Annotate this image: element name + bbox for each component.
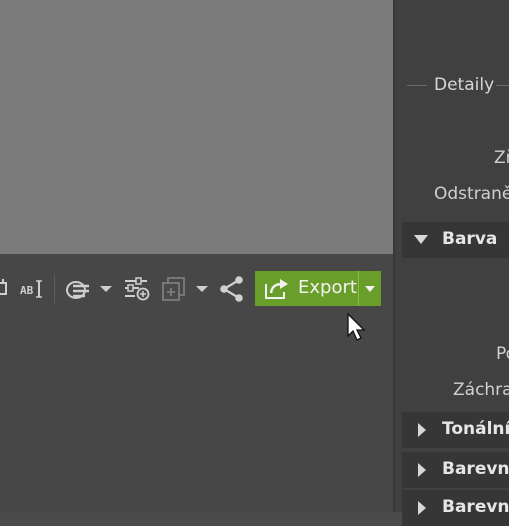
- property-label: Zř: [494, 148, 509, 168]
- section-header-tonalni[interactable]: Tonální: [402, 412, 509, 448]
- triangle-right-icon: [418, 501, 426, 515]
- rename-icon[interactable]: AB: [19, 277, 43, 301]
- layers-icon[interactable]: [65, 276, 93, 302]
- section-header-barva[interactable]: Barva: [402, 222, 509, 258]
- chevron-down-icon: [365, 285, 375, 292]
- section-title: Barevné: [442, 459, 509, 479]
- adjustments-icon[interactable]: [123, 276, 151, 302]
- section-title: Barva: [442, 229, 498, 249]
- export-icon: [264, 278, 290, 305]
- triangle-right-icon: [418, 423, 426, 437]
- copy-icon[interactable]: [161, 276, 187, 302]
- section-title: Barevné: [442, 497, 509, 517]
- triangle-right-icon: [418, 463, 426, 477]
- layers-dropdown-icon[interactable]: [99, 283, 113, 295]
- crop-icon[interactable]: [0, 277, 10, 301]
- image-preview-area: [0, 0, 393, 254]
- section-title: Tonální: [442, 419, 509, 439]
- divider: [496, 85, 509, 86]
- copy-dropdown-icon[interactable]: [195, 283, 209, 295]
- property-label: Po: [496, 344, 509, 364]
- export-button[interactable]: Export: [255, 271, 358, 306]
- share-icon[interactable]: [218, 275, 246, 303]
- section-header-barevne-2[interactable]: Barevné: [402, 490, 509, 526]
- svg-text:AB: AB: [20, 284, 34, 297]
- export-label: Export: [298, 277, 357, 298]
- details-heading: Detaily: [434, 75, 495, 95]
- mouse-cursor-icon: [346, 312, 366, 347]
- section-header-barevne[interactable]: Barevné: [402, 452, 509, 488]
- property-label: Záchran: [453, 380, 509, 400]
- property-label: Odstraně: [434, 184, 509, 204]
- divider: [407, 85, 427, 86]
- export-dropdown-button[interactable]: [358, 271, 381, 306]
- triangle-down-icon: [414, 235, 428, 244]
- toolbar-separator: [54, 275, 55, 303]
